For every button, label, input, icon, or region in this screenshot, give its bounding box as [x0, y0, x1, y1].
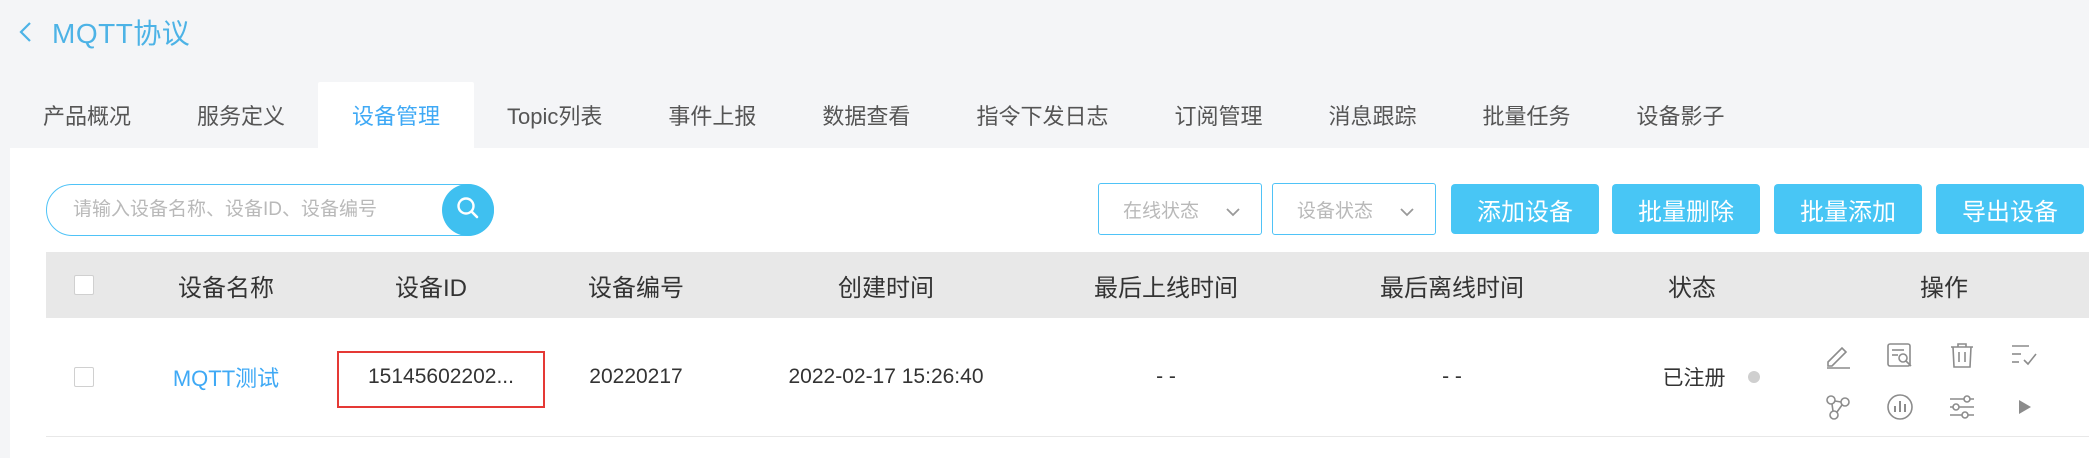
status-cell: 已注册 — [1646, 318, 1776, 436]
header-device-number: 设备编号 — [588, 274, 684, 302]
created-time-cell: 2022-02-17 15:26:40 — [788, 365, 984, 388]
row-checkbox[interactable] — [74, 367, 94, 387]
header-last-online: 最后上线时间 — [1094, 274, 1238, 302]
tab-event-report[interactable]: 事件上报 — [635, 82, 789, 148]
device-name-link[interactable]: MQTT测试 — [173, 361, 279, 393]
add-device-button[interactable]: 添加设备 — [1451, 184, 1599, 234]
tab-topic-list[interactable]: Topic列表 — [474, 82, 635, 148]
settings-sliders-icon[interactable] — [1945, 390, 1979, 424]
edit-icon[interactable] — [1821, 338, 1855, 372]
search-button[interactable] — [442, 184, 494, 236]
tab-bar: 产品概况 服务定义 设备管理 Topic列表 事件上报 数据查看 指令下发日志 … — [10, 82, 2089, 149]
select-all-checkbox[interactable] — [74, 275, 94, 295]
status-dot — [1747, 371, 1760, 383]
search-input[interactable] — [71, 198, 415, 222]
page-title: MQTT协议 — [52, 18, 191, 49]
batch-delete-button[interactable]: 批量删除 — [1612, 184, 1760, 234]
tab-device-management[interactable]: 设备管理 — [318, 82, 475, 148]
online-status-select[interactable]: 在线状态 — [1098, 183, 1262, 235]
device-status-placeholder: 设备状态 — [1297, 200, 1374, 222]
search-icon — [455, 195, 481, 226]
chevron-down-icon — [1225, 202, 1241, 224]
last-offline-cell: - - — [1442, 365, 1462, 388]
tab-subscription[interactable]: 订阅管理 — [1141, 82, 1295, 148]
tab-product-overview[interactable]: 产品概况 — [10, 82, 164, 148]
header-device-id: 设备ID — [395, 274, 467, 302]
tab-data-view[interactable]: 数据查看 — [789, 82, 943, 148]
status-text: 已注册 — [1662, 367, 1726, 390]
tab-batch-task[interactable]: 批量任务 — [1449, 82, 1603, 148]
header-last-offline: 最后离线时间 — [1380, 274, 1524, 302]
device-id-cell: 15145602202... — [368, 365, 514, 388]
device-management-panel: 在线状态 设备状态 添加设备 批量删除 批量添加 导出设备 设备名称 设备ID … — [10, 148, 2089, 458]
header-status: 状态 — [1668, 274, 1716, 302]
device-number-cell: 20220217 — [589, 365, 683, 388]
delete-icon[interactable] — [1945, 338, 1979, 372]
chevron-left-icon[interactable] — [12, 18, 40, 46]
page-header: MQTT协议 — [12, 8, 190, 56]
tab-device-shadow[interactable]: 设备影子 — [1604, 82, 1758, 148]
tab-service-definition[interactable]: 服务定义 — [164, 82, 318, 148]
tab-command-log[interactable]: 指令下发日志 — [943, 82, 1141, 148]
chart-icon[interactable] — [1883, 390, 1917, 424]
search-box — [46, 184, 494, 236]
play-icon[interactable] — [2007, 390, 2041, 424]
chevron-down-icon — [1399, 202, 1415, 224]
header-actions: 操作 — [1920, 274, 1968, 302]
topology-icon[interactable] — [1821, 390, 1855, 424]
device-status-select[interactable]: 设备状态 — [1272, 183, 1436, 235]
tab-message-trace[interactable]: 消息跟踪 — [1295, 82, 1449, 148]
online-status-placeholder: 在线状态 — [1123, 200, 1200, 222]
checklist-icon[interactable] — [2007, 338, 2041, 372]
batch-add-button[interactable]: 批量添加 — [1774, 184, 1922, 234]
header-created-time: 创建时间 — [838, 274, 934, 302]
export-device-button[interactable]: 导出设备 — [1936, 184, 2084, 234]
table-header: 设备名称 设备ID 设备编号 创建时间 最后上线时间 最后离线时间 状态 操作 — [46, 252, 2089, 318]
detail-search-icon[interactable] — [1883, 338, 1917, 372]
table-row: MQTT测试 15145602202... 20220217 2022-02-1… — [46, 318, 2089, 437]
header-device-name: 设备名称 — [178, 274, 274, 302]
last-online-cell: - - — [1156, 365, 1176, 388]
